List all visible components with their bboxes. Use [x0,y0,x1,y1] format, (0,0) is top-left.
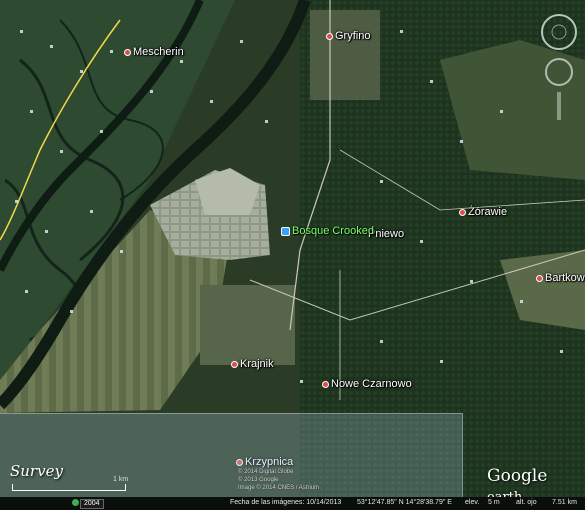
place-label: Nowe Czarnowo [331,378,412,390]
elevation-label: elev. [465,499,480,506]
logo-main: Google [487,466,548,486]
overview-title: Survey [10,462,63,480]
poi-pin-icon [281,226,290,236]
navigation-controls[interactable] [539,12,579,122]
zoom-slider[interactable] [557,92,561,120]
village-krajnik [200,285,295,365]
poi-label: Bosque Crooked [292,225,374,237]
compass-ring-icon[interactable] [541,14,577,50]
place-mescherin[interactable]: Mescherin [124,46,184,58]
historical-year-badge[interactable]: 2004 [80,499,104,509]
place-label: Mescherin [133,46,184,58]
place-marker-icon [124,48,131,56]
copyright-line: © 2013 Google [238,477,279,483]
place-bartkowo[interactable]: Bartkowo [536,272,585,284]
scale-bar [12,484,126,491]
place-marker-icon [459,208,466,216]
place-label: Gryfino [335,30,371,42]
elevation-value: 5 m [488,499,500,506]
place-marker-icon [231,360,238,368]
village-gryfino [310,10,380,100]
copyright-line: Image © 2014 CNES / Astrium [238,485,320,491]
eye-altitude-label: alt. ojo [516,499,537,506]
place-label: Żórawie [468,206,508,218]
place-zorawie[interactable]: Żórawie [459,206,507,218]
place-marker-icon [322,380,329,388]
imagery-date: Fecha de las imágenes: 10/14/2013 [230,499,342,506]
place-marker-icon [536,274,543,282]
scale-label: 1 km [113,476,129,483]
poi-bosque-crooked[interactable]: Bosque Crooked [281,225,374,237]
place-label: Krajnik [240,358,274,370]
eye-altitude-value: 7.51 km [552,499,577,506]
time-slider-icon[interactable] [72,499,79,506]
copyright-line: © 2014 Digital Globe [238,469,294,475]
place-gryfino[interactable]: Gryfino [326,30,370,42]
place-label: Bartkowo [545,272,585,284]
look-joystick-icon[interactable] [545,58,573,86]
place-marker-icon [326,32,333,40]
place-nowe-czarnowo[interactable]: Nowe Czarnowo [322,378,412,390]
place-krajnik[interactable]: Krajnik [231,358,274,370]
coordinates: 53°12'47.85" N 14°28'38.79" E [357,499,452,506]
copyright-notice: © 2014 Digital Globe © 2013 Google Image… [238,468,319,492]
